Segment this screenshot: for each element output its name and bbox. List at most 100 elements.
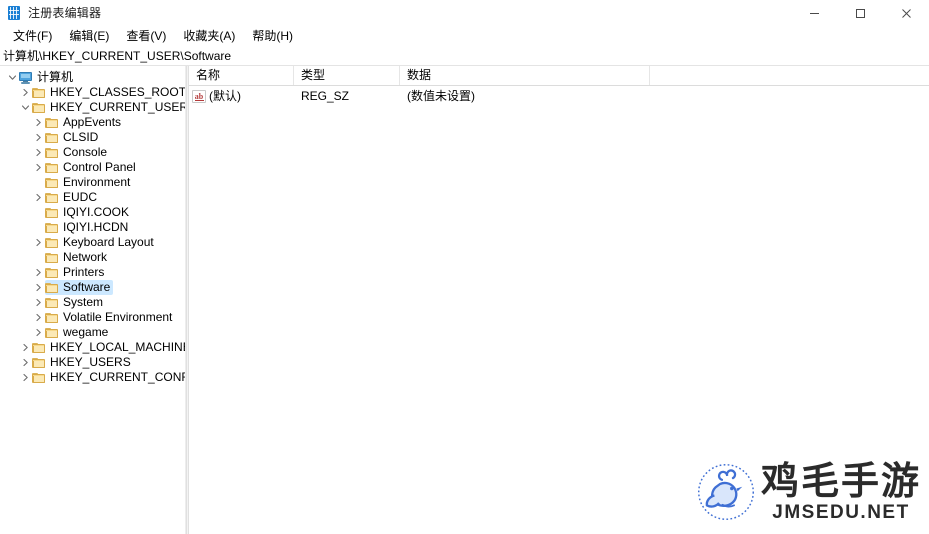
value-type-cell: REG_SZ bbox=[301, 89, 350, 103]
chevron-right-icon bbox=[36, 148, 41, 157]
address-bar[interactable]: 计算机\HKEY_CURRENT_USER\Software bbox=[0, 47, 929, 66]
registry-tree[interactable]: 计算机 HKEY_CLASSES_ROOT HKEY_CURRENT_USER App… bbox=[0, 66, 186, 534]
tree-item-label: HKEY_CURRENT_USER bbox=[50, 100, 186, 114]
menu-favorites[interactable]: 收藏夹(A) bbox=[175, 27, 244, 46]
folder-icon bbox=[45, 222, 59, 234]
tree-item-content: Environment bbox=[45, 175, 133, 190]
chevron-right-icon bbox=[23, 373, 28, 382]
column-header-filler bbox=[650, 66, 929, 85]
tree-item-content: Network bbox=[45, 250, 110, 265]
chevron-right-icon bbox=[23, 343, 28, 352]
tree-item-hkey-current-config[interactable]: HKEY_CURRENT_CONFIG bbox=[0, 370, 185, 385]
tree-item-content: HKEY_LOCAL_MACHINE bbox=[32, 340, 186, 355]
menu-view[interactable]: 查看(V) bbox=[118, 27, 175, 46]
tree-item-content: EUDC bbox=[45, 190, 100, 205]
content-area: 计算机 HKEY_CLASSES_ROOT HKEY_CURRENT_USER App… bbox=[0, 66, 929, 534]
folder-icon bbox=[45, 282, 59, 294]
column-header-data[interactable]: 数据 bbox=[400, 66, 650, 85]
tree-item-content: 计算机 bbox=[19, 70, 76, 85]
tree-item-label: HKEY_CLASSES_ROOT bbox=[50, 85, 186, 99]
menu-edit[interactable]: 编辑(E) bbox=[61, 27, 118, 46]
tree-item-iqiyi-cook[interactable]: IQIYI.COOK bbox=[0, 205, 185, 220]
value-data-cell: (数值未设置) bbox=[407, 89, 475, 103]
tree-item-hkey-current-user[interactable]: HKEY_CURRENT_USER bbox=[0, 100, 185, 115]
values-list-pane: 名称 类型 数据 ab (默认) REG_SZ (数值未设置) bbox=[189, 66, 929, 534]
tree-expander-collapsed[interactable] bbox=[32, 235, 45, 250]
minimize-icon bbox=[809, 12, 819, 14]
values-list-body[interactable]: ab (默认) REG_SZ (数值未设置) bbox=[189, 86, 929, 534]
tree-item-label: AppEvents bbox=[63, 115, 122, 129]
tree-expander-collapsed[interactable] bbox=[19, 370, 32, 385]
tree-item-hkey-local-machine[interactable]: HKEY_LOCAL_MACHINE bbox=[0, 340, 185, 355]
menu-help[interactable]: 帮助(H) bbox=[244, 27, 302, 46]
tree-item-keyboard-layout[interactable]: Keyboard Layout bbox=[0, 235, 185, 250]
tree-expander-collapsed[interactable] bbox=[32, 310, 45, 325]
tree-expander-expanded[interactable] bbox=[6, 70, 19, 85]
tree-item-label: Console bbox=[63, 145, 108, 159]
tree-expander-collapsed[interactable] bbox=[19, 355, 32, 370]
tree-item-software[interactable]: Software bbox=[0, 280, 185, 295]
column-header-name[interactable]: 名称 bbox=[189, 66, 294, 85]
tree-expander-collapsed[interactable] bbox=[19, 340, 32, 355]
tree-item-clsid[interactable]: CLSID bbox=[0, 130, 185, 145]
chevron-right-icon bbox=[23, 88, 28, 97]
chevron-right-icon bbox=[36, 133, 41, 142]
tree-item-label: Printers bbox=[63, 265, 105, 279]
folder-icon bbox=[45, 237, 59, 249]
tree-item-content: Volatile Environment bbox=[45, 310, 175, 325]
tree-expander-collapsed[interactable] bbox=[19, 85, 32, 100]
folder-icon bbox=[45, 207, 59, 219]
tree-item-label: wegame bbox=[63, 325, 109, 339]
folder-icon bbox=[45, 177, 59, 189]
tree-item-label: Software bbox=[63, 280, 111, 294]
tree-item-printers[interactable]: Printers bbox=[0, 265, 185, 280]
title-bar: 注册表编辑器 bbox=[0, 0, 929, 26]
tree-item-environment[interactable]: Environment bbox=[0, 175, 185, 190]
folder-icon bbox=[45, 252, 59, 264]
close-button[interactable] bbox=[883, 0, 929, 26]
folder-icon bbox=[45, 117, 59, 129]
chevron-right-icon bbox=[36, 163, 41, 172]
tree-expander-collapsed[interactable] bbox=[32, 325, 45, 340]
tree-item-network[interactable]: Network bbox=[0, 250, 185, 265]
string-value-icon: ab bbox=[192, 90, 206, 103]
tree-item-label: HKEY_CURRENT_CONFIG bbox=[50, 370, 185, 384]
minimize-button[interactable] bbox=[791, 0, 837, 26]
tree-item-[interactable]: 计算机 bbox=[0, 70, 185, 85]
tree-expander-none bbox=[32, 220, 45, 235]
folder-icon bbox=[45, 132, 59, 144]
tree-item-label: IQIYI.HCDN bbox=[63, 220, 129, 234]
menu-file[interactable]: 文件(F) bbox=[5, 27, 61, 46]
tree-item-iqiyi-hcdn[interactable]: IQIYI.HCDN bbox=[0, 220, 185, 235]
tree-item-volatile-environment[interactable]: Volatile Environment bbox=[0, 310, 185, 325]
value-row[interactable]: ab (默认) REG_SZ (数值未设置) bbox=[189, 88, 929, 105]
tree-expander-collapsed[interactable] bbox=[32, 115, 45, 130]
tree-item-label: HKEY_LOCAL_MACHINE bbox=[50, 340, 186, 354]
tree-expander-collapsed[interactable] bbox=[32, 145, 45, 160]
chevron-right-icon bbox=[36, 118, 41, 127]
folder-icon bbox=[45, 297, 59, 309]
value-name-label: (默认) bbox=[209, 89, 241, 103]
tree-expander-collapsed[interactable] bbox=[32, 280, 45, 295]
tree-item-hkey-users[interactable]: HKEY_USERS bbox=[0, 355, 185, 370]
tree-expander-collapsed[interactable] bbox=[32, 295, 45, 310]
tree-item-console[interactable]: Console bbox=[0, 145, 185, 160]
maximize-button[interactable] bbox=[837, 0, 883, 26]
tree-item-appevents[interactable]: AppEvents bbox=[0, 115, 185, 130]
column-header-type[interactable]: 类型 bbox=[294, 66, 400, 85]
chevron-right-icon bbox=[36, 238, 41, 247]
folder-icon bbox=[32, 102, 46, 114]
tree-item-content: wegame bbox=[45, 325, 111, 340]
tree-expander-collapsed[interactable] bbox=[32, 265, 45, 280]
tree-expander-collapsed[interactable] bbox=[32, 190, 45, 205]
tree-expander-collapsed[interactable] bbox=[32, 130, 45, 145]
tree-item-eudc[interactable]: EUDC bbox=[0, 190, 185, 205]
tree-item-hkey-classes-root[interactable]: HKEY_CLASSES_ROOT bbox=[0, 85, 185, 100]
tree-item-system[interactable]: System bbox=[0, 295, 185, 310]
tree-expander-expanded[interactable] bbox=[19, 100, 32, 115]
tree-item-control-panel[interactable]: Control Panel bbox=[0, 160, 185, 175]
folder-icon bbox=[45, 327, 59, 339]
tree-expander-collapsed[interactable] bbox=[32, 160, 45, 175]
tree-item-wegame[interactable]: wegame bbox=[0, 325, 185, 340]
chevron-down-icon bbox=[8, 75, 17, 80]
